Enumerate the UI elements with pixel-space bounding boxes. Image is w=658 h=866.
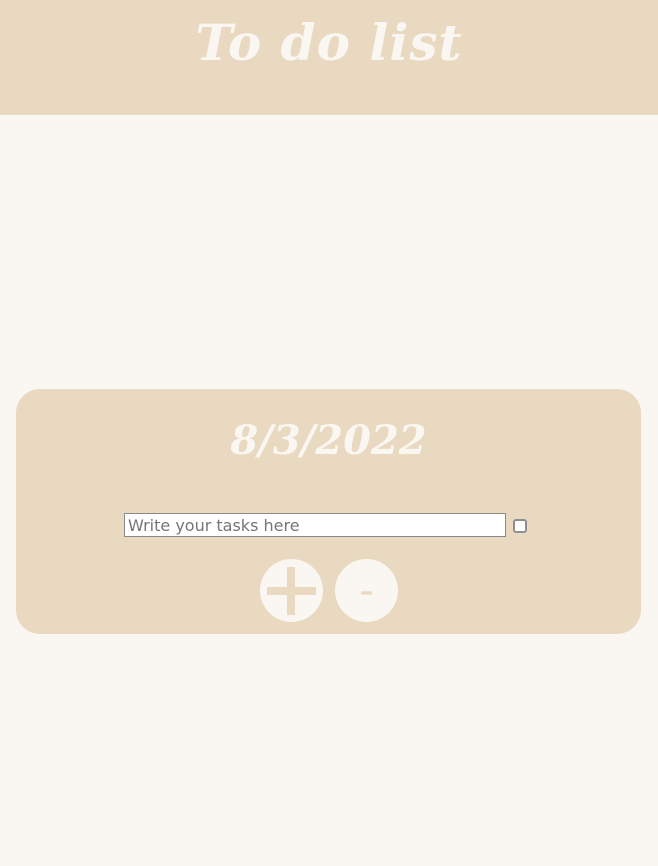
remove-task-button[interactable]: - xyxy=(335,559,398,622)
todo-card: 8/3/2022 - xyxy=(16,389,641,634)
remove-task-label: - xyxy=(359,568,374,614)
task-input[interactable] xyxy=(124,513,506,537)
add-task-button[interactable] xyxy=(260,559,323,622)
date-heading: 8/3/2022 xyxy=(230,417,427,464)
header-bar: To do list xyxy=(0,0,658,115)
task-checkbox[interactable] xyxy=(513,519,527,533)
page-title: To do list xyxy=(195,13,463,72)
